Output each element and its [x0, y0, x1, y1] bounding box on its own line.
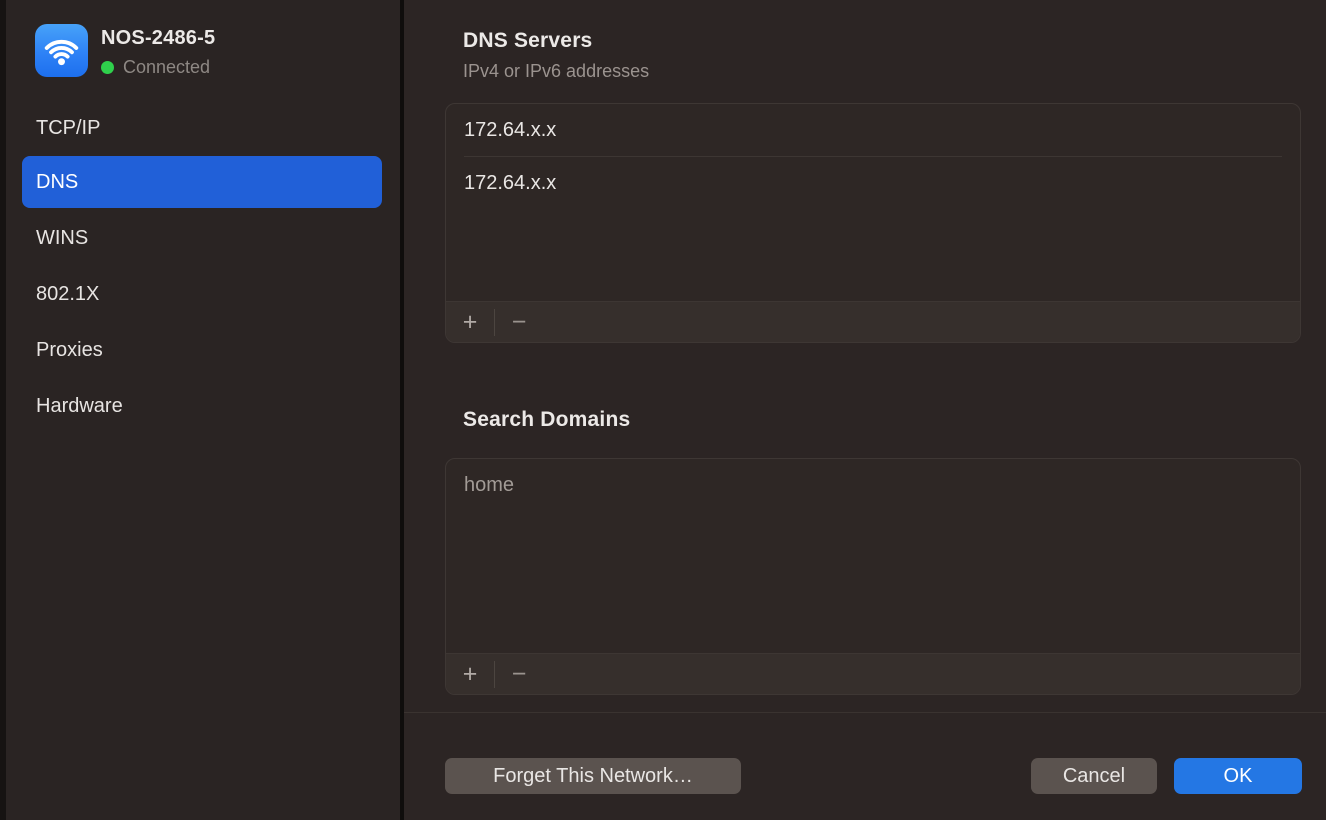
ok-button[interactable]: OK — [1174, 758, 1302, 794]
connection-status-label: Connected — [123, 57, 210, 78]
connected-dot-icon — [101, 61, 114, 74]
sidebar-item-dns[interactable]: DNS — [22, 156, 382, 208]
sidebar-item-8021x[interactable]: 802.1X — [22, 268, 382, 320]
connection-status: Connected — [101, 57, 210, 78]
search-list-footer: + − — [446, 653, 1300, 694]
search-domains-title: Search Domains — [463, 408, 630, 432]
remove-search-domain-button[interactable]: − — [495, 654, 543, 694]
cancel-button[interactable]: Cancel — [1031, 758, 1157, 794]
dns-server-row[interactable]: 172.64.x.x — [446, 104, 1300, 156]
dns-servers-title: DNS Servers — [463, 29, 592, 53]
sidebar-item-hardware[interactable]: Hardware — [22, 380, 382, 432]
bottom-separator — [404, 712, 1326, 713]
wifi-glyph — [35, 24, 88, 77]
search-domains-list: home + − — [445, 458, 1301, 695]
sidebar-item-tcpip[interactable]: TCP/IP — [22, 102, 382, 154]
dns-servers-list: 172.64.x.x 172.64.x.x + − — [445, 103, 1301, 343]
dns-list-footer: + − — [446, 301, 1300, 342]
sidebar-item-wins[interactable]: WINS — [22, 212, 382, 264]
remove-dns-server-button[interactable]: − — [495, 302, 543, 342]
search-domain-row[interactable]: home — [446, 459, 1300, 511]
sidebar: NOS-2486-5 Connected TCP/IP DNS WINS 802… — [6, 0, 400, 820]
main-panel: DNS Servers IPv4 or IPv6 addresses 172.6… — [404, 0, 1326, 820]
sidebar-item-proxies[interactable]: Proxies — [22, 324, 382, 376]
add-dns-server-button[interactable]: + — [446, 302, 494, 342]
add-search-domain-button[interactable]: + — [446, 654, 494, 694]
network-name: NOS-2486-5 — [101, 27, 215, 50]
forget-network-button[interactable]: Forget This Network… — [445, 758, 741, 794]
dns-servers-subtitle: IPv4 or IPv6 addresses — [463, 61, 649, 82]
dns-server-row[interactable]: 172.64.x.x — [446, 157, 1300, 209]
wifi-icon — [35, 24, 88, 77]
